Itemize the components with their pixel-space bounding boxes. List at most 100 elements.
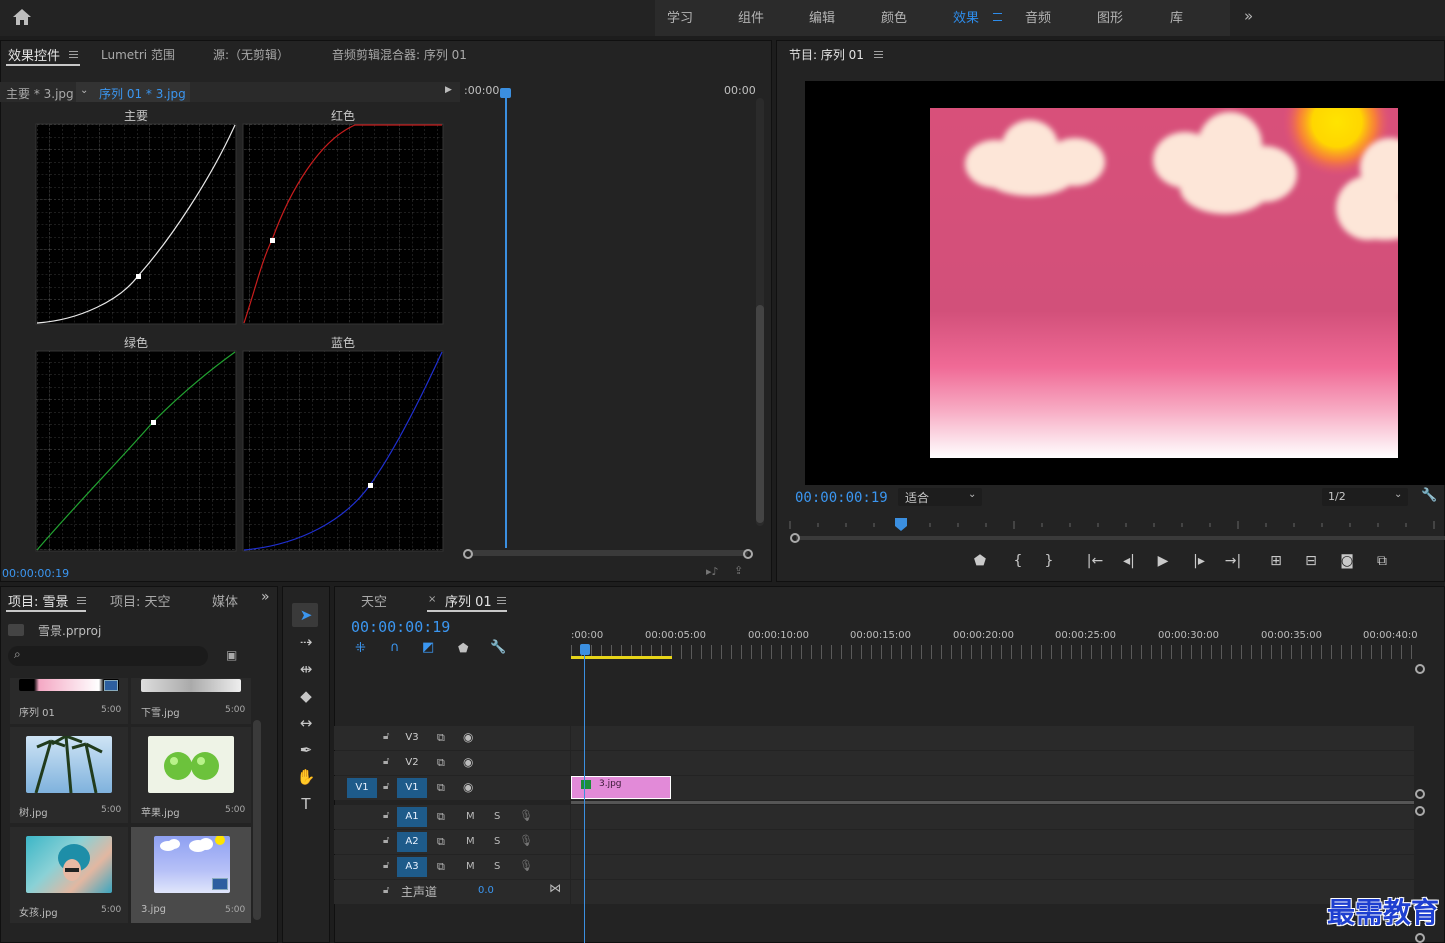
track-select-tool-icon[interactable]: ⇢ xyxy=(296,632,316,652)
more-panels-icon[interactable]: » xyxy=(261,589,270,605)
track-label-v2[interactable]: V2 xyxy=(397,753,427,773)
effect-playhead[interactable] xyxy=(505,88,507,548)
go-to-out-icon[interactable]: →| xyxy=(1223,553,1243,569)
track-lane-a3[interactable] xyxy=(571,855,1414,879)
lock-icon[interactable]: 🔓︎ xyxy=(383,835,389,846)
selection-tool-icon[interactable]: ➤ xyxy=(296,605,316,625)
add-marker-icon[interactable]: ⬟ xyxy=(458,641,468,655)
lock-icon[interactable]: 🔓︎ xyxy=(383,810,389,821)
go-to-end-icon[interactable]: ⋈ xyxy=(549,881,561,895)
track-lane-v3[interactable] xyxy=(571,726,1414,750)
track-label-v1[interactable]: V1 xyxy=(397,778,427,798)
track-lane-a1[interactable] xyxy=(571,805,1414,829)
workspace-color[interactable]: 颜色 xyxy=(881,7,907,26)
project-scrollbar[interactable] xyxy=(253,720,261,920)
solo-button[interactable]: S xyxy=(494,836,500,847)
eye-icon[interactable]: ◉ xyxy=(463,780,473,794)
track-label-a2[interactable]: A2 xyxy=(397,832,427,852)
compare-view-icon[interactable]: ⧉ xyxy=(1372,553,1392,569)
filter-audio-icon[interactable]: ▸♪ xyxy=(706,565,719,578)
add-marker-icon[interactable]: ⬟ xyxy=(970,553,990,569)
more-workspaces-icon[interactable]: » xyxy=(1244,7,1253,25)
lock-icon[interactable]: 🔓︎ xyxy=(383,781,389,792)
lift-icon[interactable]: ⊞ xyxy=(1266,553,1286,569)
export-frame-icon[interactable]: ⇪ xyxy=(734,564,743,577)
solo-button[interactable]: S xyxy=(494,861,500,872)
curves-graph[interactable] xyxy=(0,0,460,560)
effect-zoom-bar[interactable] xyxy=(470,550,748,556)
curve-box-blue[interactable] xyxy=(242,350,444,552)
linked-selection-icon[interactable]: ◩ xyxy=(422,640,434,655)
go-to-in-icon[interactable]: |← xyxy=(1085,553,1105,569)
track-lane-v1[interactable] xyxy=(571,776,1414,800)
workspace-effects[interactable]: 效果 xyxy=(953,7,979,26)
tab-sequence-01[interactable]: 序列 01 xyxy=(445,591,492,610)
mute-button[interactable]: M xyxy=(466,836,475,847)
ripple-edit-tool-icon[interactable]: ⇹ xyxy=(296,659,316,679)
workspace-menu-icon[interactable] xyxy=(993,13,1002,21)
zoom-handle-left[interactable] xyxy=(463,549,473,559)
wrench-icon[interactable]: 🔧 xyxy=(1421,488,1437,503)
step-back-icon[interactable]: ◂| xyxy=(1119,553,1139,569)
effect-timecode[interactable]: 00:00:00:19 xyxy=(2,567,69,580)
zoom-handle-right[interactable] xyxy=(743,549,753,559)
sync-lock-icon[interactable]: ⧉ xyxy=(437,860,445,874)
sync-lock-icon[interactable]: ⧉ xyxy=(437,731,445,745)
sync-lock-icon[interactable]: ⧉ xyxy=(437,756,445,770)
camera-icon[interactable]: ◙ xyxy=(1337,553,1357,569)
sync-lock-icon[interactable]: ⧉ xyxy=(437,781,445,795)
effect-scrollbar[interactable] xyxy=(756,305,764,523)
timeline-playhead-handle[interactable] xyxy=(580,644,590,655)
a-zoom-top-handle[interactable] xyxy=(1415,806,1425,816)
tab-sequence-tiankong[interactable]: 天空 xyxy=(361,591,387,610)
pen-tool-icon[interactable]: ✒ xyxy=(296,740,316,760)
hand-tool-icon[interactable]: ✋ xyxy=(296,767,316,787)
slip-tool-icon[interactable]: ↔ xyxy=(296,713,316,733)
program-monitor-title[interactable]: 节目: 序列 01 xyxy=(789,46,864,63)
track-lane-master[interactable] xyxy=(571,880,1414,904)
lock-icon[interactable]: 🔓︎ xyxy=(383,756,389,767)
v-zoom-bottom-handle[interactable] xyxy=(1415,789,1425,799)
curve-box-master[interactable] xyxy=(35,123,237,325)
panel-menu-icon[interactable] xyxy=(497,597,506,604)
microphone-icon[interactable]: 🎙︎ xyxy=(519,834,533,847)
track-lane-a2[interactable] xyxy=(571,830,1414,854)
track-label-v3[interactable]: V3 xyxy=(397,728,427,748)
lock-icon[interactable]: 🔓︎ xyxy=(383,731,389,742)
tab-media[interactable]: 媒体 xyxy=(212,591,238,610)
curve-box-red[interactable] xyxy=(242,123,444,325)
snap-icon[interactable]: ∩ xyxy=(390,640,400,655)
video-audio-divider[interactable] xyxy=(571,801,1414,804)
workspace-audio[interactable]: 音频 xyxy=(1025,7,1051,26)
sync-lock-icon[interactable]: ⧉ xyxy=(437,835,445,849)
track-label-a3[interactable]: A3 xyxy=(397,857,427,877)
step-forward-icon[interactable]: |▸ xyxy=(1189,553,1209,569)
effect-playhead-handle[interactable] xyxy=(500,88,511,98)
razor-tool-icon[interactable]: ◆ xyxy=(296,686,316,706)
lock-icon[interactable]: 🔓︎ xyxy=(383,885,389,896)
workspace-assembly[interactable]: 组件 xyxy=(738,7,764,26)
nest-icon[interactable]: ⁜ xyxy=(355,641,366,656)
workspace-editing[interactable]: 编辑 xyxy=(809,7,835,26)
work-area-bar[interactable] xyxy=(571,656,672,659)
workspace-learn[interactable]: 学习 xyxy=(667,7,693,26)
master-volume-value[interactable]: 0.0 xyxy=(478,885,494,896)
a-zoom-bottom-handle[interactable] xyxy=(1415,933,1425,943)
program-menu-icon[interactable] xyxy=(874,51,883,58)
tab-project-xuejing[interactable]: 项目: 雪景 xyxy=(8,591,69,610)
program-timecode[interactable]: 00:00:00:19 xyxy=(795,490,888,506)
type-tool-icon[interactable]: T xyxy=(296,794,316,814)
eye-icon[interactable]: ◉ xyxy=(463,730,473,744)
timeline-settings-icon[interactable]: 🔧 xyxy=(490,640,506,655)
program-time-ruler[interactable] xyxy=(788,515,1445,545)
v-zoom-top-handle[interactable] xyxy=(1415,664,1425,674)
extract-icon[interactable]: ⊟ xyxy=(1301,553,1321,569)
solo-button[interactable]: S xyxy=(494,811,500,822)
tab-project-tiankong[interactable]: 项目: 天空 xyxy=(110,591,171,610)
workspace-libraries[interactable]: 库 xyxy=(1170,7,1183,26)
sync-lock-icon[interactable]: ⧉ xyxy=(437,810,445,824)
mark-in-icon[interactable]: { xyxy=(1008,553,1028,569)
microphone-icon[interactable]: 🎙︎ xyxy=(519,809,533,822)
mute-button[interactable]: M xyxy=(466,811,475,822)
close-icon[interactable]: × xyxy=(428,594,436,605)
